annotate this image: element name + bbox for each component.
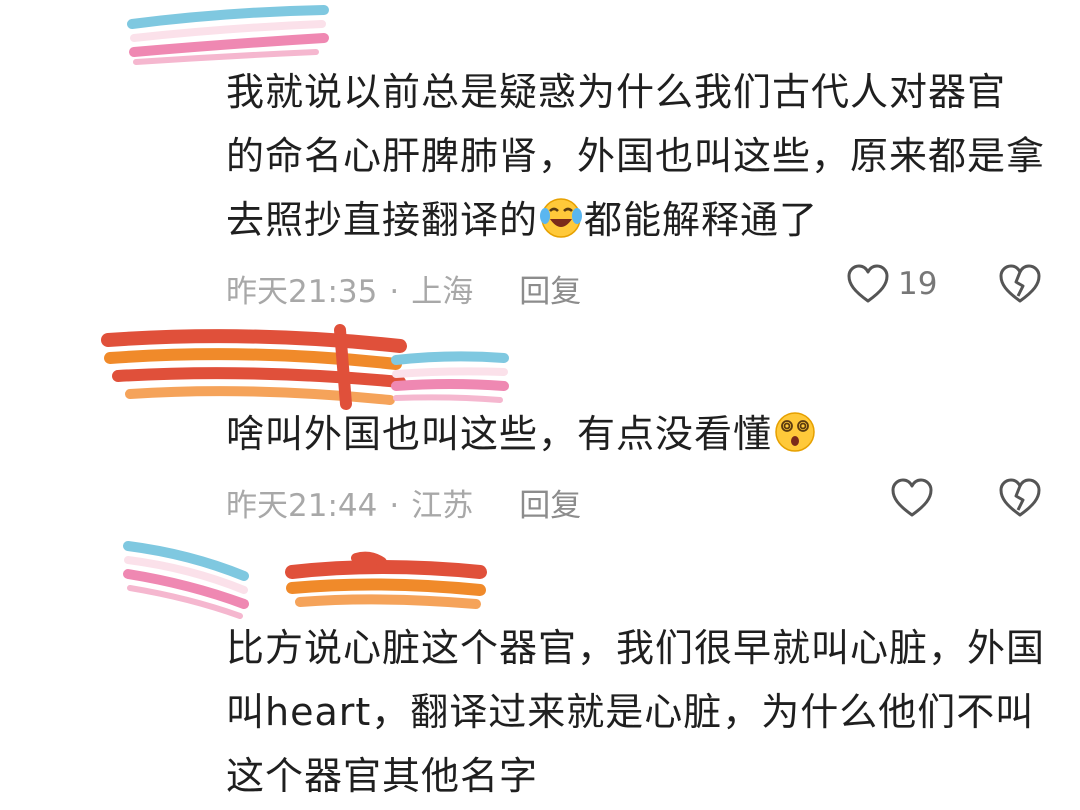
- comment-1-meta: 昨天21:35 · 上海 回复: [226, 266, 581, 311]
- comment-1-time: 昨天21:35: [226, 274, 378, 310]
- username-redaction-3: [123, 541, 487, 619]
- comment-1-like-count: 19: [898, 266, 938, 302]
- laugh-cry-emoji-icon: [540, 198, 583, 238]
- comment-3-line-3: 这个器官其他名字: [226, 754, 539, 798]
- comment-1-line-3-suffix: 都能解释通了: [584, 198, 819, 242]
- comment-2-body: 啥叫外国也叫这些，有点没看懂: [226, 402, 818, 466]
- username-redaction-2: [101, 324, 509, 410]
- comment-1-line-3: 去照抄直接翻译的 都能解释通了: [226, 188, 1045, 252]
- dizzy-face-emoji-icon: [775, 412, 815, 452]
- comment-1-line-3-prefix: 去照抄直接翻译的: [226, 198, 539, 242]
- comment-1-body: 我就说以前总是疑惑为什么我们古代人对器官 的命名心肝脾肺肾，外国也叫这些，原来都…: [226, 60, 1045, 252]
- comment-3-body: 比方说心脏这个器官，我们很早就叫心脏，外国 叫heart，翻译过来就是心脏，为什…: [226, 616, 1045, 808]
- comment-1-location: 上海: [411, 274, 474, 310]
- comment-1-broken-heart-icon[interactable]: [998, 264, 1042, 304]
- comment-1-reply-button[interactable]: 回复: [519, 274, 581, 310]
- comment-1-line-2: 的命名心肝脾肺肾，外国也叫这些，原来都是拿: [226, 134, 1046, 178]
- meta-separator: ·: [389, 488, 400, 524]
- comment-1-like-button[interactable]: 19: [846, 264, 937, 304]
- comment-2-time: 昨天21:44: [226, 488, 378, 524]
- meta-separator: ·: [389, 274, 400, 310]
- comment-1-line-1: 我就说以前总是疑惑为什么我们古代人对器官: [226, 70, 1007, 114]
- comment-2-meta: 昨天21:44 · 江苏 回复: [226, 480, 581, 525]
- heart-icon: [891, 478, 933, 517]
- comment-2-broken-heart-icon[interactable]: [998, 478, 1042, 518]
- comment-2-reply-button[interactable]: 回复: [519, 488, 581, 524]
- comment-3-line-2: 叫heart，翻译过来就是心脏，为什么他们不叫: [226, 690, 1035, 734]
- comment-2-text: 啥叫外国也叫这些，有点没看懂: [226, 412, 773, 456]
- comment-2-like-button[interactable]: [890, 478, 934, 518]
- heart-icon: [847, 264, 889, 303]
- comment-2-location: 江苏: [411, 488, 474, 524]
- comment-3-line-1: 比方说心脏这个器官，我们很早就叫心脏，外国: [226, 626, 1046, 670]
